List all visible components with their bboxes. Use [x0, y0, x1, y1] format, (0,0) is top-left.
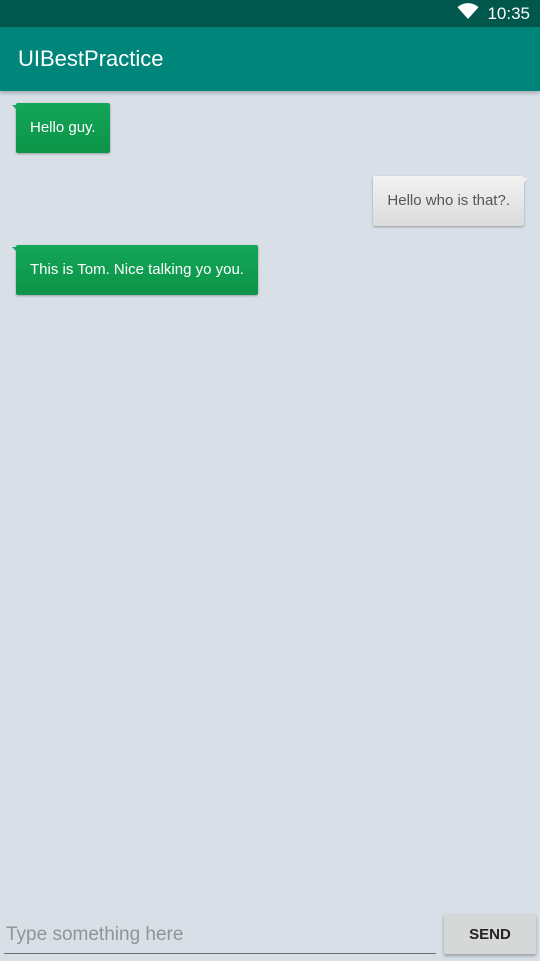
message-list[interactable]: Hello guy. Hello who is that?. This is T…: [0, 91, 540, 906]
message-input[interactable]: [4, 916, 436, 954]
composer: SEND: [0, 906, 540, 961]
message-received: Hello guy.: [12, 103, 110, 153]
wifi-icon: [457, 2, 479, 25]
status-time: 10:35: [487, 4, 530, 23]
message-sent: Hello who is that?.: [373, 176, 528, 226]
status-icons: 10:35: [457, 0, 530, 27]
app-title: UIBestPractice: [18, 46, 164, 71]
send-button[interactable]: SEND: [444, 914, 536, 954]
app-bar: UIBestPractice: [0, 27, 540, 91]
status-bar: 10:35: [0, 0, 540, 27]
message-received: This is Tom. Nice talking yo you.: [12, 245, 258, 295]
